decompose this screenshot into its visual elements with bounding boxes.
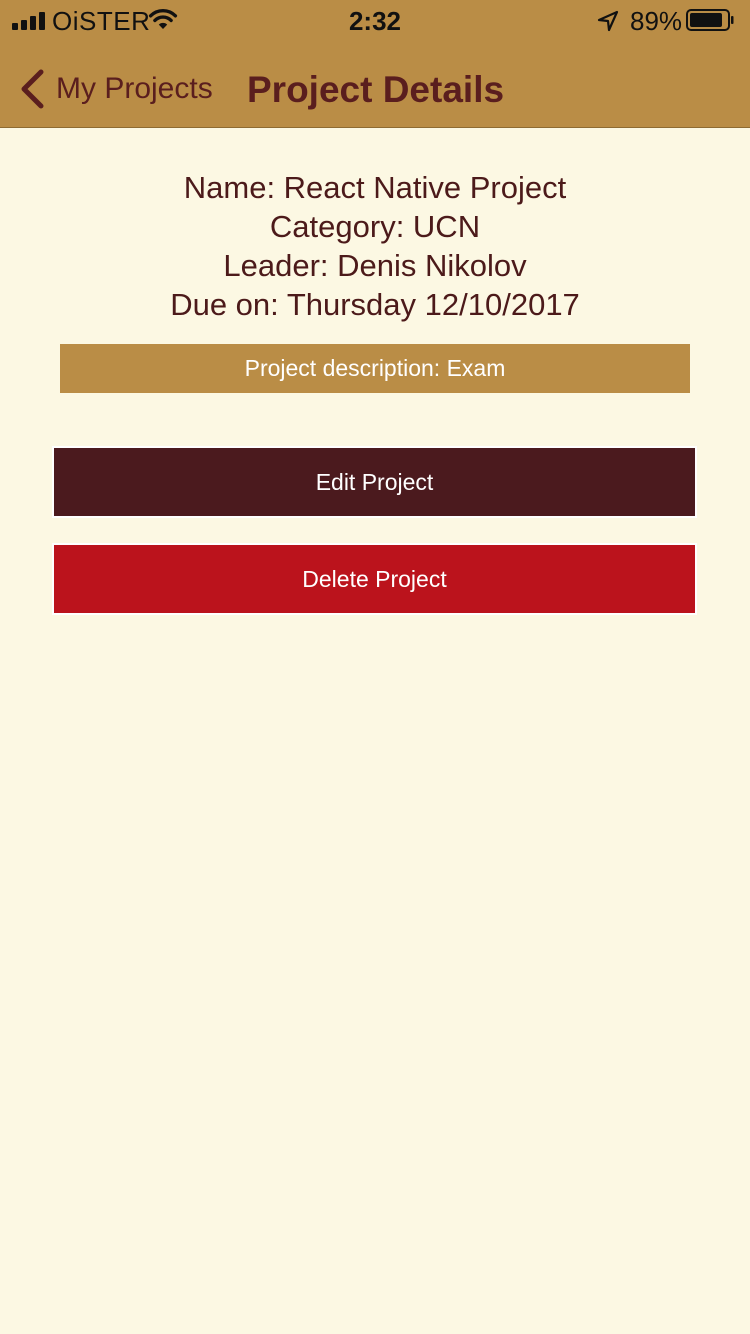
chevron-left-icon (21, 69, 44, 109)
project-leader: Leader: Denis Nikolov (223, 248, 527, 283)
status-bar: OiSTER 2:32 89% (0, 0, 750, 40)
project-details: Name: React Native Project Category: UCN… (0, 168, 750, 324)
page-title: Project Details (247, 69, 505, 110)
battery-icon (686, 9, 734, 31)
project-name: Name: React Native Project (183, 170, 567, 205)
location-arrow-icon (597, 10, 619, 32)
project-category: Category: UCN (269, 209, 481, 244)
back-button[interactable]: My Projects (18, 66, 213, 112)
navigation-header: OiSTER 2:32 89% My Projects Project Deta… (0, 0, 750, 128)
project-description-banner: Project description: Exam (60, 344, 690, 393)
delete-project-button[interactable]: Delete Project (52, 543, 697, 615)
project-due-date: Due on: Thursday 12/10/2017 (170, 287, 580, 322)
back-button-label: My Projects (56, 72, 213, 105)
battery-percentage: 89% (630, 6, 683, 36)
edit-project-button[interactable]: Edit Project (52, 446, 697, 518)
